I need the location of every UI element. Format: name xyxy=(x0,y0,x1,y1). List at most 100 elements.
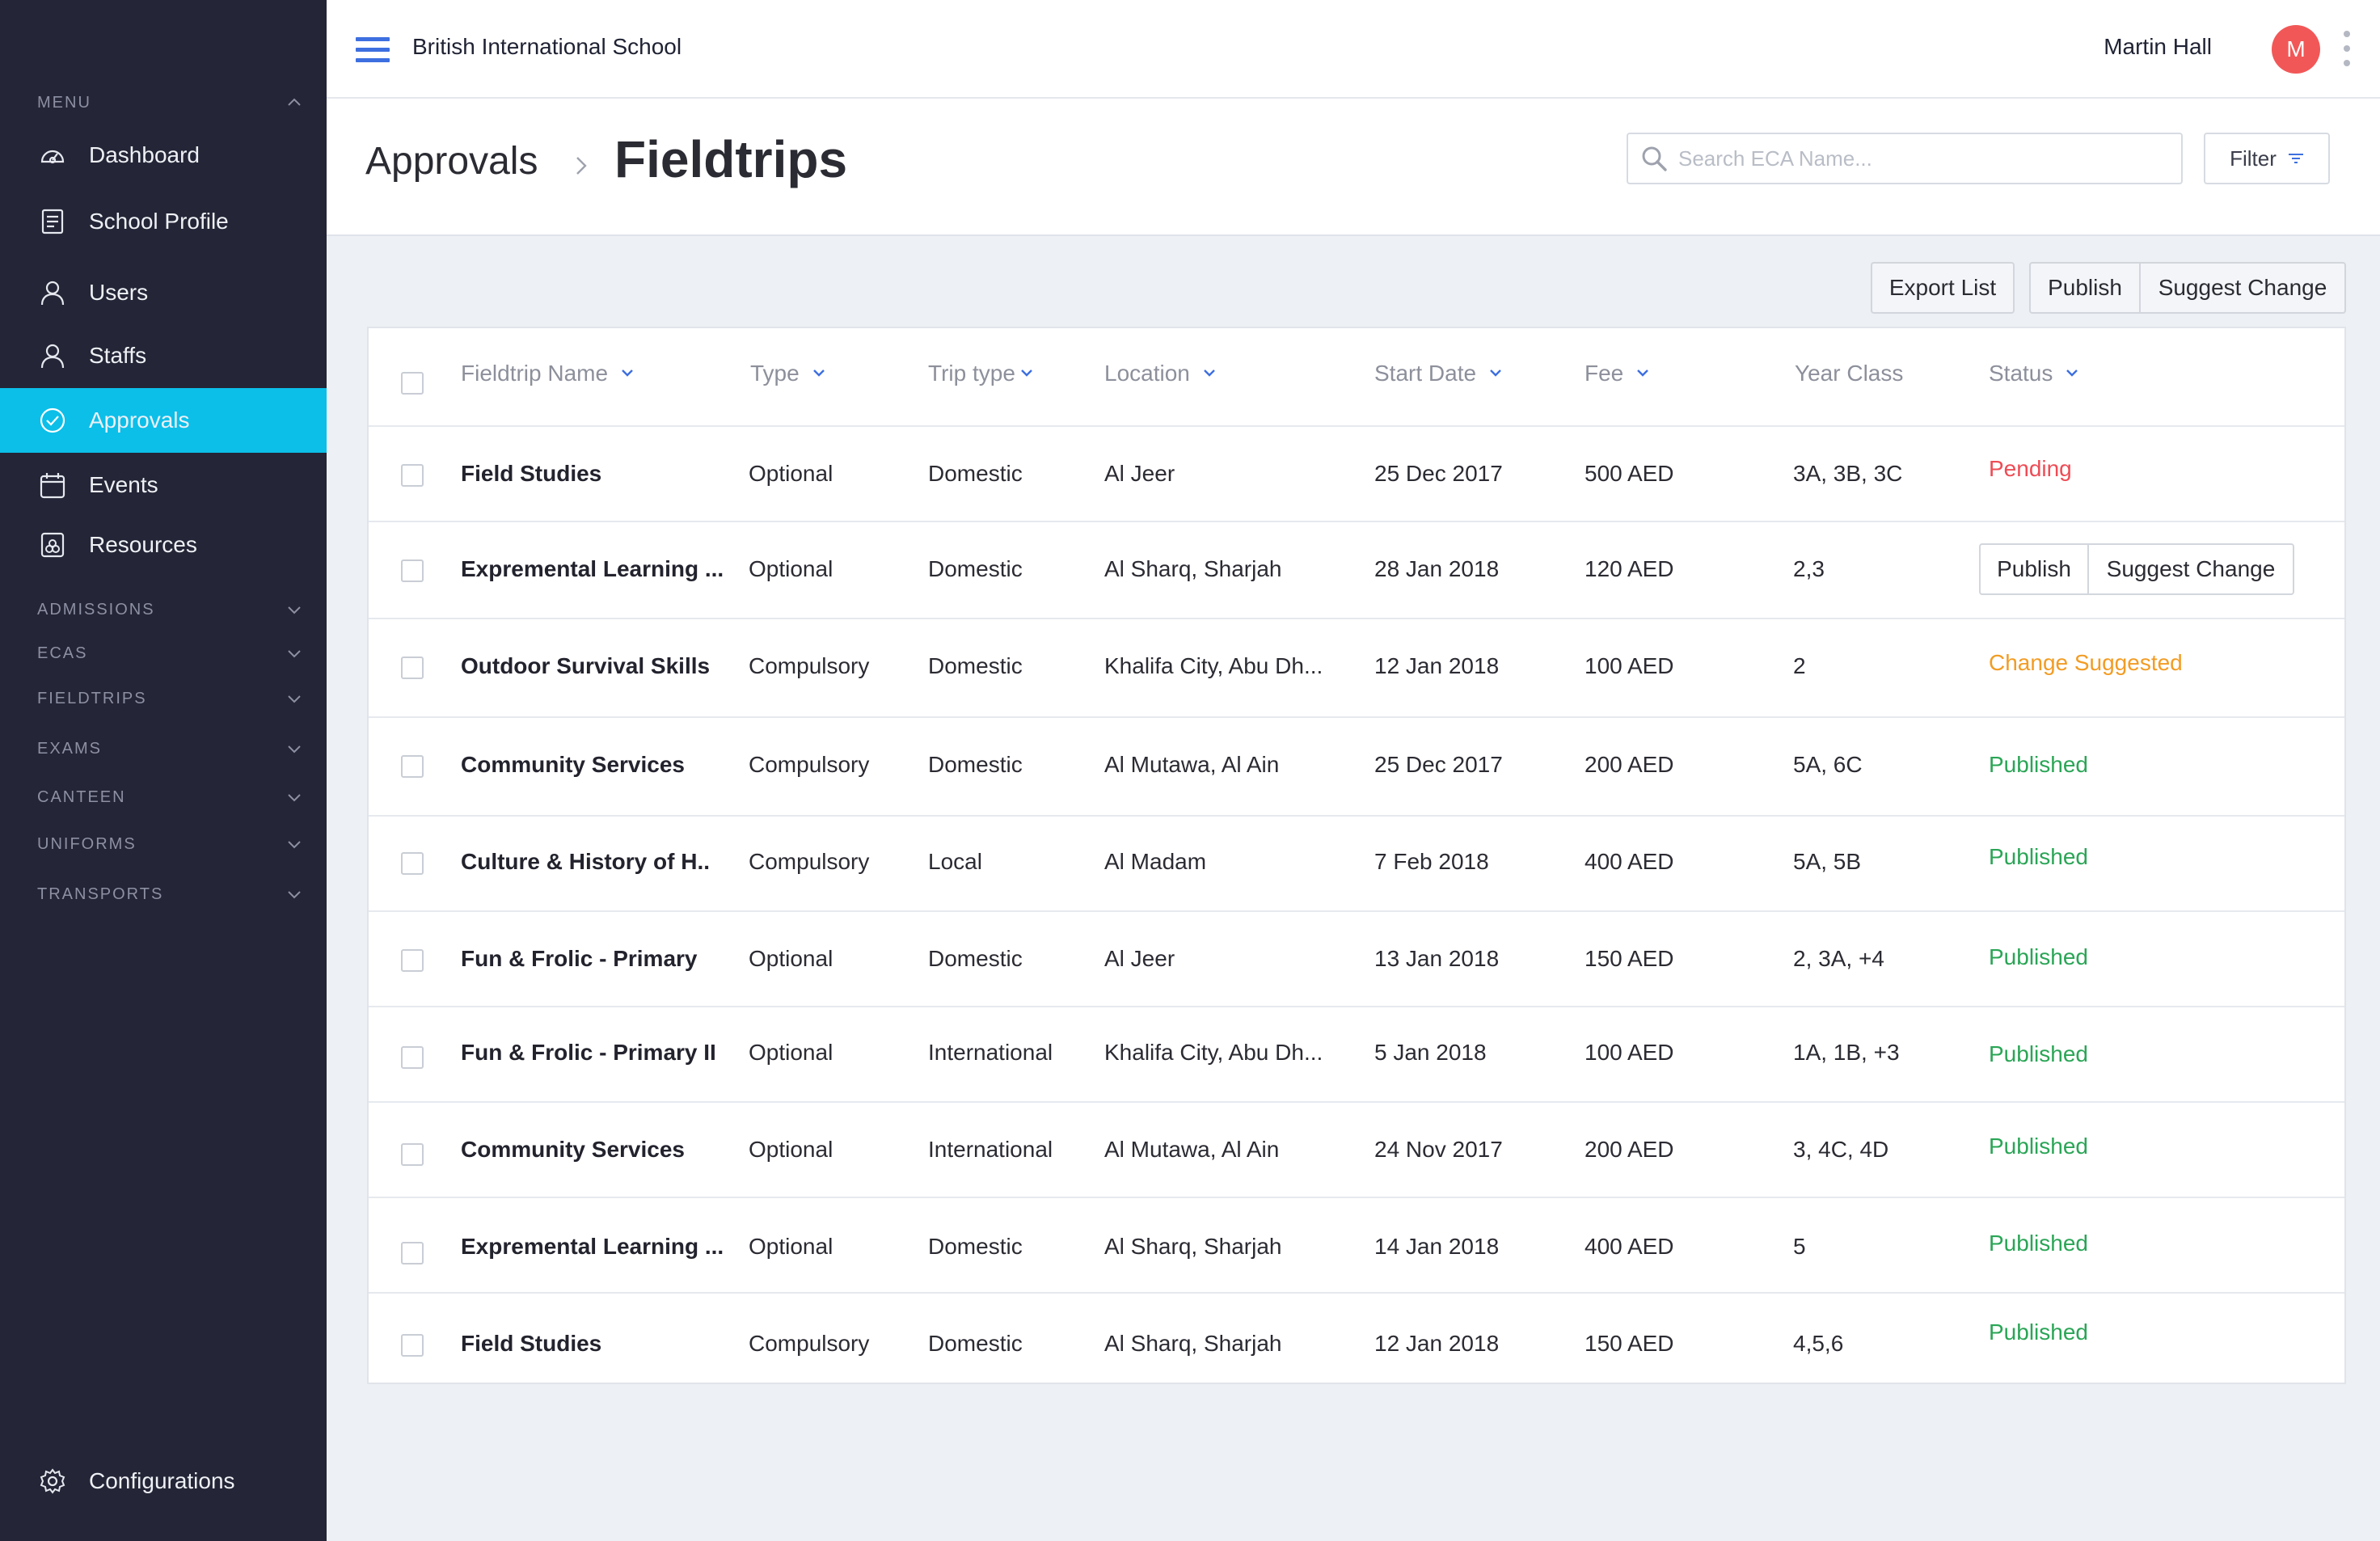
fieldtrip-name[interactable]: Community Services xyxy=(461,752,685,778)
location-cell: Al Madam xyxy=(1104,849,1207,874)
row-checkbox[interactable] xyxy=(401,559,424,582)
table-row[interactable]: Expremental Learning ... Optional Domest… xyxy=(369,522,2344,619)
filter-button[interactable]: Filter xyxy=(2204,133,2330,184)
sidebar-section-canteen[interactable]: CANTEEN xyxy=(37,781,304,813)
chevron-down-icon xyxy=(288,794,301,802)
fieldtrip-name[interactable]: Expremental Learning ... xyxy=(461,556,724,582)
column-header-fee[interactable]: Fee xyxy=(1585,361,1651,386)
sidebar-section-admissions[interactable]: ADMISSIONS xyxy=(37,593,304,626)
fieldtrip-name[interactable]: Community Services xyxy=(461,1137,685,1163)
sidebar-section-fieldtrips[interactable]: FIELDTRIPS xyxy=(37,682,304,715)
row-checkbox[interactable] xyxy=(401,755,424,778)
table-row[interactable]: Culture & History of H.. Compulsory Loca… xyxy=(369,817,2344,912)
location-cell: Khalifa City, Abu Dh... xyxy=(1104,1040,1323,1065)
fieldtrip-name[interactable]: Expremental Learning ... xyxy=(461,1234,724,1260)
avatar[interactable]: M xyxy=(2272,25,2320,74)
table-row[interactable]: Community Services Optional Internationa… xyxy=(369,1103,2344,1198)
row-suggest-change-button[interactable]: Suggest Change xyxy=(2087,543,2294,595)
sidebar-item-configurations[interactable]: Configurations xyxy=(0,1449,327,1514)
row-checkbox[interactable] xyxy=(401,657,424,679)
location-cell: Khalifa City, Abu Dh... xyxy=(1104,653,1323,678)
status-badge: Published xyxy=(1989,1319,2088,1345)
column-header-type[interactable]: Type xyxy=(750,361,827,386)
fieldtrip-name[interactable]: Field Studies xyxy=(461,1331,601,1357)
search-box[interactable] xyxy=(1627,133,2183,184)
trip-type-cell: Domestic xyxy=(928,1234,1023,1259)
column-header-start-date[interactable]: Start Date xyxy=(1374,361,1504,386)
fieldtrip-name[interactable]: Fun & Frolic - Primary xyxy=(461,946,698,972)
configurations-label: Configurations xyxy=(89,1468,235,1493)
year-class-cell: 2, 3A, +4 xyxy=(1793,946,1884,971)
row-publish-button[interactable]: Publish xyxy=(1979,543,2089,595)
row-checkbox[interactable] xyxy=(401,1143,424,1166)
start-date-cell: 28 Jan 2018 xyxy=(1374,556,1500,581)
sidebar-item-staffs[interactable]: Staffs xyxy=(0,323,327,388)
column-header-year-class: Year Class xyxy=(1795,361,1903,386)
table-row[interactable]: Outdoor Survival Skills Compulsory Domes… xyxy=(369,619,2344,718)
hamburger-menu-icon[interactable] xyxy=(356,36,390,63)
row-checkbox[interactable] xyxy=(401,1242,424,1264)
search-input[interactable] xyxy=(1678,146,2163,171)
status-badge: Published xyxy=(1989,1041,2088,1066)
user-icon xyxy=(37,340,68,371)
row-checkbox[interactable] xyxy=(401,949,424,972)
page-header: Approvals Fieldtrips Filter xyxy=(327,99,2380,236)
row-checkbox[interactable] xyxy=(401,464,424,487)
column-header-trip-type[interactable]: Trip type xyxy=(928,361,1035,386)
status-badge: Published xyxy=(1989,1231,2088,1256)
column-label: Trip type xyxy=(928,361,1015,386)
chevron-down-icon xyxy=(288,606,301,614)
year-class-cell: 5A, 6C xyxy=(1793,752,1863,777)
column-label: Status xyxy=(1989,361,2053,386)
fieldtrip-name[interactable]: Outdoor Survival Skills xyxy=(461,653,710,679)
column-header-name[interactable]: Fieldtrip Name xyxy=(461,361,635,386)
row-checkbox[interactable] xyxy=(401,852,424,875)
fee-cell: 100 AED xyxy=(1585,653,1674,678)
column-label: Location xyxy=(1104,361,1190,386)
table-row[interactable]: Fun & Frolic - Primary Optional Domestic… xyxy=(369,912,2344,1007)
menu-section-header[interactable]: MENU xyxy=(37,91,304,115)
fieldtrip-name[interactable]: Field Studies xyxy=(461,461,601,487)
fieldtrip-name[interactable]: Culture & History of H.. xyxy=(461,849,710,875)
start-date-cell: 14 Jan 2018 xyxy=(1374,1234,1500,1259)
table-row[interactable]: Field Studies Optional Domestic Al Jeer … xyxy=(369,427,2344,522)
sidebar-item-dashboard[interactable]: Dashboard xyxy=(0,123,327,188)
user-name[interactable]: Martin Hall xyxy=(2104,34,2212,60)
fee-cell: 200 AED xyxy=(1585,752,1674,777)
sidebar-item-resources[interactable]: Resources xyxy=(0,513,327,577)
sidebar-section-exams[interactable]: EXAMS xyxy=(37,733,304,765)
sidebar-item-events[interactable]: Events xyxy=(0,453,327,517)
section-label: ECAS xyxy=(37,644,88,662)
section-label: FIELDTRIPS xyxy=(37,689,147,707)
sidebar-item-users[interactable]: Users xyxy=(0,260,327,325)
sidebar-section-uniforms[interactable]: UNIFORMS xyxy=(37,828,304,860)
column-header-status[interactable]: Status xyxy=(1989,361,2080,386)
row-checkbox[interactable] xyxy=(401,1046,424,1069)
table-row[interactable]: Community Services Compulsory Domestic A… xyxy=(369,718,2344,817)
table-row[interactable]: Field Studies Compulsory Domestic Al Sha… xyxy=(369,1294,2344,1383)
export-list-button[interactable]: Export List xyxy=(1871,262,2015,314)
fieldtrip-name[interactable]: Fun & Frolic - Primary II xyxy=(461,1040,716,1066)
status-badge: Change Suggested xyxy=(1989,650,2183,675)
bulk-publish-button[interactable]: Publish xyxy=(2029,262,2141,314)
column-header-location[interactable]: Location xyxy=(1104,361,1217,386)
breadcrumb-parent[interactable]: Approvals xyxy=(365,139,538,184)
status-badge: Pending xyxy=(1989,456,2072,481)
more-options-icon[interactable] xyxy=(2343,31,2351,66)
row-checkbox[interactable] xyxy=(401,1334,424,1357)
start-date-cell: 5 Jan 2018 xyxy=(1374,1040,1487,1065)
sidebar-item-school-profile[interactable]: School Profile xyxy=(0,189,327,254)
location-cell: Al Jeer xyxy=(1104,461,1175,486)
sidebar-section-ecas[interactable]: ECAS xyxy=(37,637,304,669)
table-row[interactable]: Fun & Frolic - Primary II Optional Inter… xyxy=(369,1007,2344,1103)
location-cell: Al Sharq, Sharjah xyxy=(1104,1331,1282,1356)
bulk-suggest-change-button[interactable]: Suggest Change xyxy=(2139,262,2346,314)
select-all-checkbox[interactable] xyxy=(401,372,424,395)
table-row[interactable]: Expremental Learning ... Optional Domest… xyxy=(369,1198,2344,1294)
status-badge: Published xyxy=(1989,944,2088,969)
chevron-down-icon xyxy=(2066,369,2078,377)
sidebar-item-approvals[interactable]: Approvals xyxy=(0,388,327,453)
status-badge: Published xyxy=(1989,844,2088,869)
sidebar-section-transports[interactable]: TRANSPORTS xyxy=(37,878,304,910)
start-date-cell: 25 Dec 2017 xyxy=(1374,752,1503,777)
